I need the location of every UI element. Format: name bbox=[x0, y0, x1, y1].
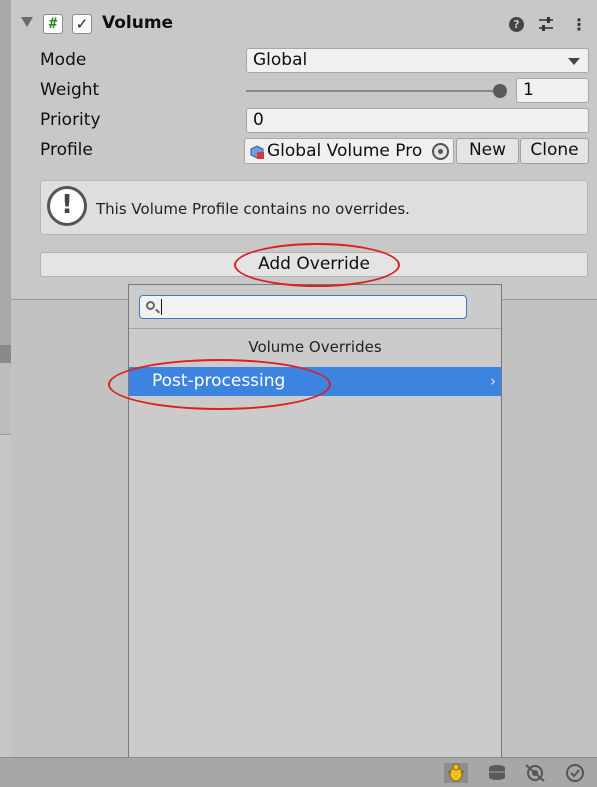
left-edge-segment bbox=[0, 345, 11, 363]
network-disabled-icon[interactable] bbox=[523, 763, 547, 783]
chevron-down-icon bbox=[568, 58, 580, 65]
search-icon bbox=[146, 301, 155, 310]
priority-label: Priority bbox=[40, 110, 101, 130]
text-caret bbox=[161, 299, 162, 315]
foldout-triangle-icon[interactable] bbox=[21, 17, 33, 27]
mode-dropdown[interactable]: Global bbox=[246, 48, 589, 73]
override-search-input[interactable] bbox=[139, 295, 467, 319]
presets-sliders-icon[interactable] bbox=[538, 16, 554, 32]
volume-overrides-popup: Volume Overrides Post-processing › bbox=[128, 284, 502, 762]
left-edge-segment bbox=[0, 0, 11, 345]
mode-value: Global bbox=[253, 50, 308, 70]
more-options-kebab-icon[interactable]: ⋮ bbox=[571, 16, 587, 34]
profile-object-field[interactable]: Global Volume Pro bbox=[244, 138, 454, 164]
script-hash-icon: # bbox=[43, 14, 63, 34]
volume-profile-asset-icon bbox=[250, 145, 264, 159]
weight-label: Weight bbox=[40, 80, 100, 100]
no-overrides-helpbox: ! This Volume Profile contains no overri… bbox=[40, 180, 588, 235]
left-edge-panel bbox=[0, 0, 11, 787]
weight-input[interactable]: 1 bbox=[516, 78, 589, 103]
left-edge-segment bbox=[0, 363, 11, 435]
status-bar bbox=[0, 757, 597, 787]
component-header[interactable]: # ✓ Volume ? ⋮ bbox=[11, 8, 597, 42]
add-override-button[interactable]: Add Override bbox=[40, 252, 588, 277]
warning-exclamation-icon: ! bbox=[47, 186, 87, 226]
mode-label: Mode bbox=[40, 50, 87, 70]
weight-slider-track[interactable] bbox=[246, 90, 501, 92]
component-enabled-checkbox[interactable]: ✓ bbox=[72, 14, 92, 34]
new-profile-button[interactable]: New bbox=[456, 138, 519, 164]
profile-label: Profile bbox=[40, 140, 93, 160]
clone-profile-button[interactable]: Clone bbox=[520, 138, 589, 164]
volume-component-panel: # ✓ Volume ? ⋮ Mode Global Weight 1 Prio… bbox=[11, 0, 597, 300]
profile-value: Global Volume Pro bbox=[267, 141, 423, 161]
help-icon[interactable]: ? bbox=[509, 17, 524, 32]
object-picker-icon[interactable] bbox=[432, 143, 449, 160]
helpbox-message: This Volume Profile contains no override… bbox=[96, 200, 410, 218]
component-title: Volume bbox=[102, 13, 174, 33]
check-circle-icon[interactable] bbox=[563, 763, 587, 783]
popup-item-post-processing[interactable]: Post-processing › bbox=[129, 367, 501, 396]
popup-title: Volume Overrides bbox=[248, 338, 382, 356]
database-cache-icon[interactable] bbox=[485, 763, 509, 783]
weight-slider-handle[interactable] bbox=[493, 84, 507, 98]
popup-divider bbox=[129, 328, 501, 329]
priority-input[interactable]: 0 bbox=[246, 108, 589, 133]
chevron-right-icon: › bbox=[490, 372, 496, 390]
debug-bug-icon[interactable] bbox=[444, 763, 468, 783]
popup-item-label: Post-processing bbox=[152, 371, 286, 391]
